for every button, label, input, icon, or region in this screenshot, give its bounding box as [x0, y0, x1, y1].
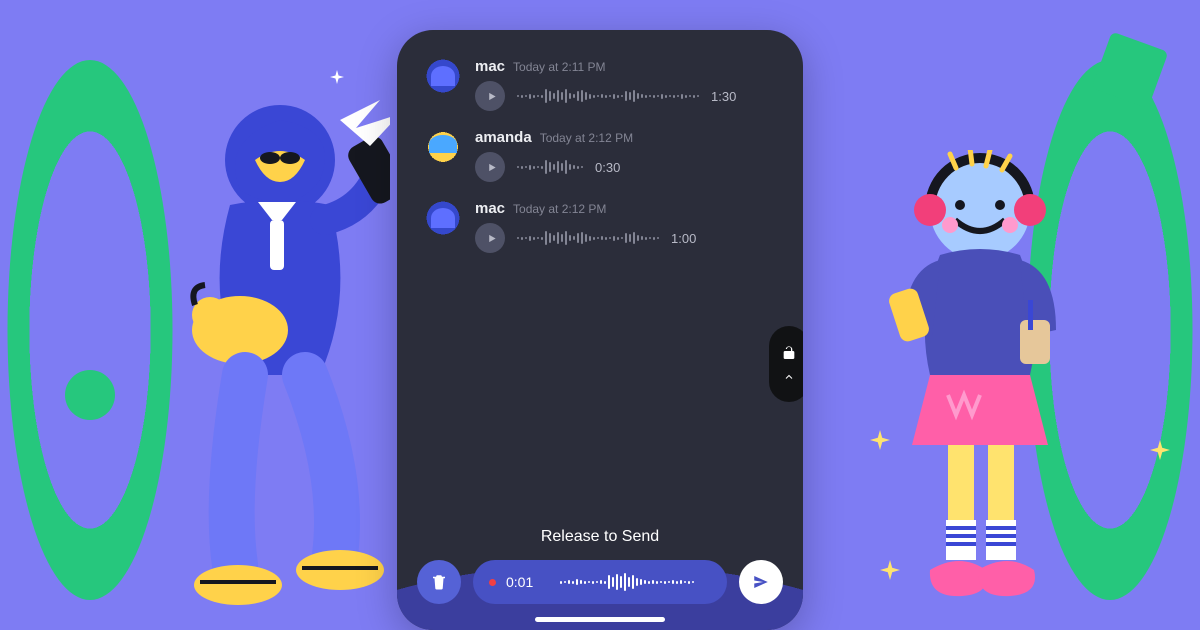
message-username[interactable]: mac	[475, 200, 505, 217]
message-timestamp: Today at 2:12 PM	[540, 131, 633, 145]
message-username[interactable]: amanda	[475, 129, 532, 146]
chevron-up-icon	[783, 371, 795, 383]
play-icon	[486, 233, 497, 244]
message-username[interactable]: mac	[475, 58, 505, 75]
waveform[interactable]	[517, 84, 699, 108]
character-right	[870, 150, 1090, 620]
voice-message: amanda Today at 2:12 PM 0:30	[423, 129, 777, 182]
recorder-label: Release to Send	[417, 528, 783, 546]
recording-time: 0:01	[506, 574, 533, 590]
waveform[interactable]	[517, 155, 583, 179]
lock-toggle[interactable]	[769, 326, 803, 402]
waveform[interactable]	[517, 226, 659, 250]
avatar[interactable]	[423, 58, 463, 98]
home-indicator	[535, 617, 665, 622]
message-duration: 0:30	[595, 160, 629, 175]
message-duration: 1:00	[671, 231, 705, 246]
unlock-icon	[781, 345, 797, 361]
play-icon	[486, 162, 497, 173]
trash-icon	[430, 573, 448, 591]
avatar[interactable]	[423, 129, 463, 169]
play-button[interactable]	[475, 223, 505, 253]
bg-dot	[65, 370, 115, 420]
delete-recording-button[interactable]	[417, 560, 461, 604]
message-timestamp: Today at 2:12 PM	[513, 202, 606, 216]
send-icon	[752, 573, 770, 591]
voice-message: mac Today at 2:12 PM 1:00	[423, 200, 777, 253]
avatar[interactable]	[423, 200, 463, 240]
play-icon	[486, 91, 497, 102]
voice-message: mac Today at 2:11 PM 1:30	[423, 58, 777, 111]
play-button[interactable]	[475, 81, 505, 111]
send-button[interactable]	[739, 560, 783, 604]
recorder-footer: Release to Send 0:01	[397, 410, 803, 630]
recording-waveform	[543, 571, 711, 593]
message-timestamp: Today at 2:11 PM	[513, 60, 606, 74]
play-button[interactable]	[475, 152, 505, 182]
phone-panel: mac Today at 2:11 PM 1:30 amanda Today at 2:…	[397, 30, 803, 630]
character-left	[130, 90, 390, 610]
message-duration: 1:30	[711, 89, 745, 104]
recording-pill[interactable]: 0:01	[473, 560, 727, 604]
sparkle-icon	[330, 70, 344, 84]
recording-dot-icon	[489, 579, 496, 586]
